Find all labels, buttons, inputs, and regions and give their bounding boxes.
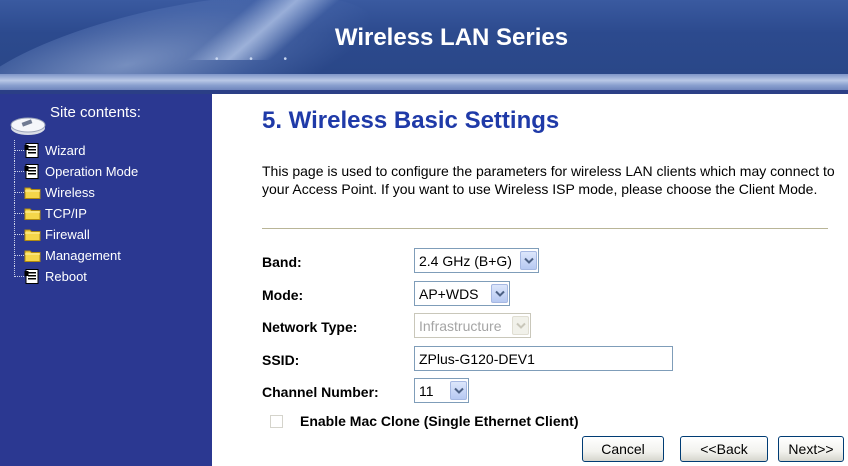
section-divider — [262, 228, 828, 229]
sidebar-item-wizard[interactable]: Wizard — [14, 140, 204, 161]
channel-select[interactable]: 11 — [414, 378, 469, 403]
network-type-select-value: Infrastructure — [419, 318, 502, 334]
page-icon — [24, 269, 39, 284]
chevron-down-icon — [512, 316, 529, 335]
channel-label: Channel Number: — [262, 384, 379, 400]
band-select-value: 2.4 GHz (B+G) — [419, 253, 512, 269]
page-title: 5. Wireless Basic Settings — [262, 107, 560, 134]
mac-clone-checkbox[interactable] — [270, 415, 283, 428]
sidebar-item-firewall[interactable]: Firewall — [14, 224, 204, 245]
ssid-row: SSID: — [262, 346, 842, 372]
chevron-down-icon[interactable] — [491, 284, 508, 303]
header-stripe — [0, 74, 848, 90]
sidebar-item-reboot[interactable]: Reboot — [14, 266, 204, 287]
sidebar-item-label: Wizard — [45, 143, 86, 158]
next-button[interactable]: Next>> — [778, 436, 844, 462]
network-type-label: Network Type: — [262, 319, 358, 335]
chevron-down-icon[interactable] — [450, 381, 467, 400]
sidebar-item-label: Wireless — [45, 185, 95, 200]
sidebar-item-wireless[interactable]: Wireless — [14, 182, 204, 203]
chevron-down-icon[interactable] — [520, 251, 537, 270]
channel-row: Channel Number: 11 — [262, 378, 842, 404]
back-button[interactable]: <<Back — [680, 436, 768, 462]
page-icon — [24, 164, 39, 179]
sidebar-title: Site contents: — [50, 104, 141, 121]
mac-clone-row: Enable Mac Clone (Single Ethernet Client… — [262, 410, 842, 436]
mode-row: Mode: AP+WDS — [262, 281, 842, 307]
mode-select[interactable]: AP+WDS — [414, 281, 510, 306]
band-row: Band: 2.4 GHz (B+G) — [262, 248, 842, 274]
cancel-button[interactable]: Cancel — [582, 436, 664, 462]
site-disk-icon — [10, 117, 46, 135]
header-dots: • • • — [215, 54, 302, 65]
folder-icon — [24, 187, 41, 199]
sidebar-item-operation-mode[interactable]: Operation Mode — [14, 161, 204, 182]
mode-select-value: AP+WDS — [419, 286, 479, 302]
sidebar-item-label: Reboot — [45, 269, 87, 284]
band-select[interactable]: 2.4 GHz (B+G) — [414, 248, 539, 273]
sidebar-item-label: Management — [45, 248, 121, 263]
folder-icon — [24, 208, 41, 220]
mode-label: Mode: — [262, 287, 304, 303]
sidebar-header: Site contents: — [10, 102, 210, 138]
ssid-label: SSID: — [262, 352, 300, 368]
sidebar-tree: Wizard Operation Mode Wireless TCP/IP Fi… — [14, 140, 204, 287]
folder-icon — [24, 250, 41, 262]
sidebar-item-tcpip[interactable]: TCP/IP — [14, 203, 204, 224]
mac-clone-label: Enable Mac Clone (Single Ethernet Client… — [300, 413, 579, 429]
band-label: Band: — [262, 254, 302, 270]
sidebar: Site contents: Wizard Operation Mode Wir… — [0, 94, 212, 466]
channel-select-value: 11 — [419, 383, 434, 399]
sidebar-item-management[interactable]: Management — [14, 245, 204, 266]
header-title: Wireless LAN Series — [334, 24, 569, 51]
page-description: This page is used to configure the param… — [262, 163, 835, 197]
sidebar-item-label: Operation Mode — [45, 164, 139, 179]
sidebar-item-label: Firewall — [45, 227, 90, 242]
page-icon — [24, 143, 39, 158]
folder-icon — [24, 229, 41, 241]
ssid-input[interactable] — [414, 346, 673, 371]
network-type-select: Infrastructure — [414, 313, 531, 338]
main-content: 5. Wireless Basic Settings This page is … — [212, 94, 848, 466]
sidebar-item-label: TCP/IP — [45, 206, 87, 221]
network-type-row: Network Type: Infrastructure — [262, 313, 842, 339]
header-banner: • • • Wireless LAN Series — [0, 0, 848, 74]
